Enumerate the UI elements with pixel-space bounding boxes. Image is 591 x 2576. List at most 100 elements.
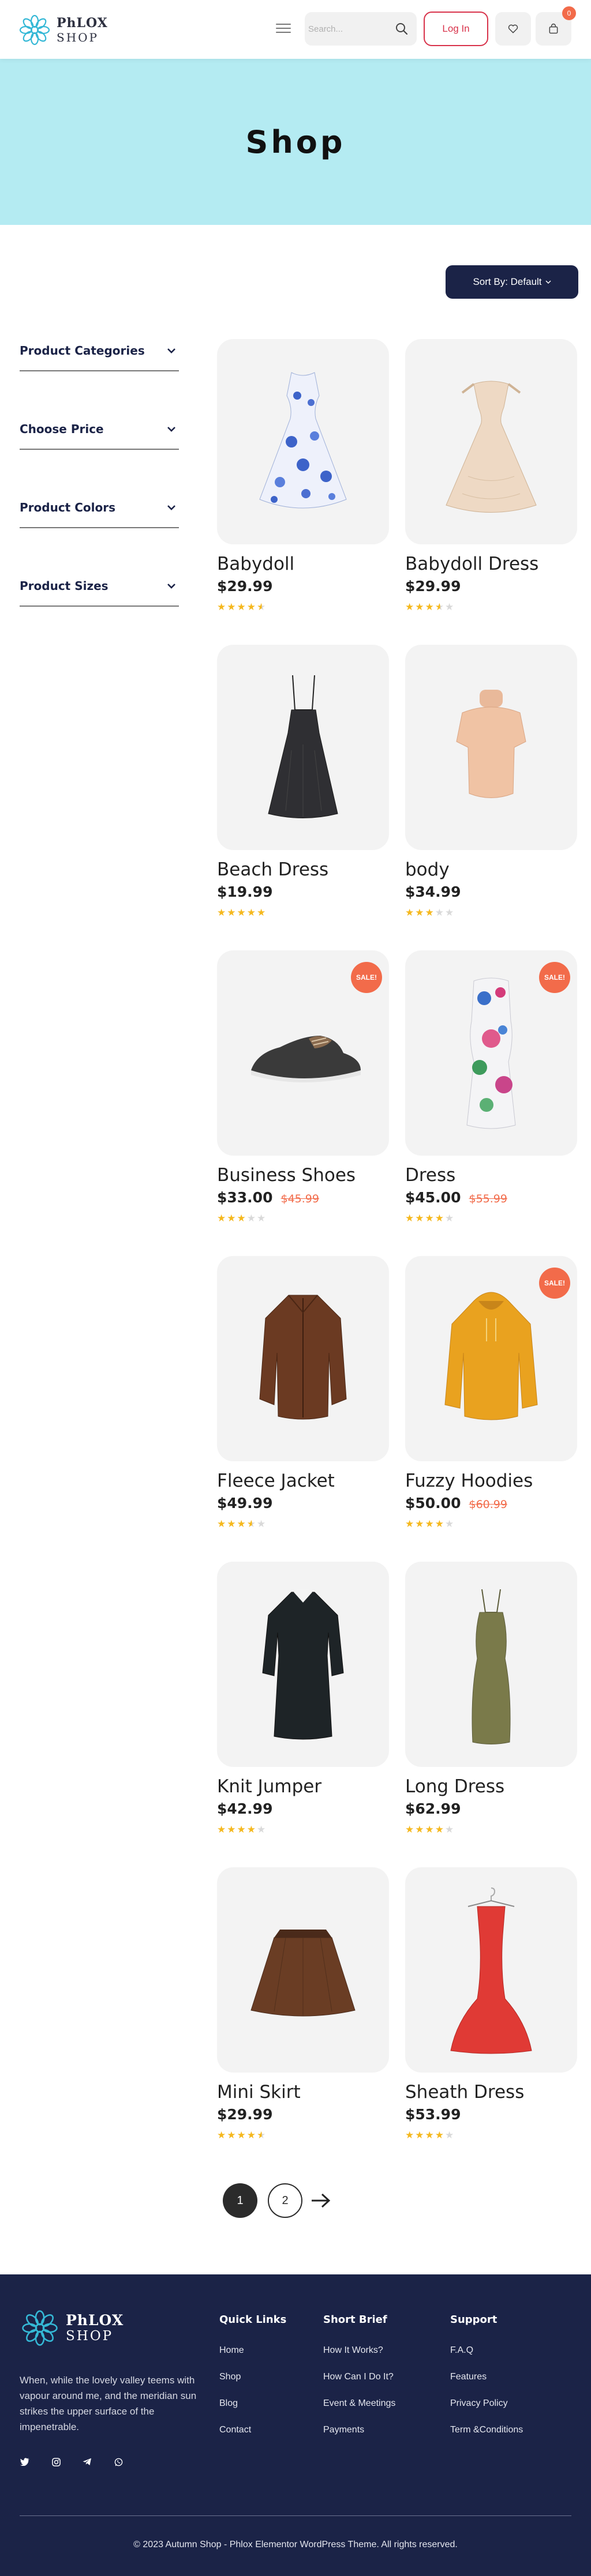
product-name[interactable]: Babydoll (217, 554, 389, 574)
product-name[interactable]: body (405, 859, 577, 880)
star-icon: ★ (257, 601, 267, 612)
star-icon: ★ (435, 1824, 445, 1835)
product-card[interactable]: Long Dress $62.99 ★★★★★ (405, 1562, 577, 1836)
filter-product-categories[interactable]: Product Categories (20, 331, 179, 371)
star-icon: ★ (405, 1824, 416, 1835)
product-card[interactable]: SALE! Dress $45.00 $55.99 ★★★★★ (405, 950, 577, 1224)
star-icon: ★ (445, 907, 455, 918)
arrow-right-icon[interactable] (309, 2191, 332, 2210)
star-icon: ★ (246, 1824, 257, 1835)
product-card[interactable]: Fleece Jacket $49.99 ★★★★★ (217, 1256, 389, 1530)
product-image[interactable] (217, 1562, 389, 1767)
cart-button[interactable]: 0 (536, 6, 576, 46)
product-price-row: $29.99 (217, 2106, 389, 2123)
footer-link[interactable]: Event & Meetings (323, 2398, 395, 2409)
product-card[interactable]: Beach Dress $19.99 ★★★★★ (217, 645, 389, 919)
star-icon: ★ (217, 1213, 227, 1224)
product-card[interactable]: Mini Skirt $29.99 ★★★★★ (217, 1867, 389, 2141)
star-icon: ★ (246, 2130, 257, 2141)
product-image[interactable] (405, 1867, 577, 2073)
star-icon: ★ (415, 1518, 425, 1529)
star-icon: ★ (405, 907, 416, 918)
product-image[interactable] (217, 1867, 389, 2073)
footer-link[interactable]: F.A.Q (450, 2345, 523, 2356)
footer-link[interactable]: Contact (219, 2425, 286, 2435)
product-name[interactable]: Dress (405, 1165, 577, 1186)
pagination-page-1[interactable]: 1 (223, 2183, 257, 2218)
footer-link[interactable]: Privacy Policy (450, 2398, 523, 2409)
footer-link[interactable]: Payments (323, 2425, 395, 2435)
sale-badge: SALE! (351, 962, 382, 993)
page-title: Shop (245, 123, 346, 160)
product-image[interactable]: SALE! (405, 950, 577, 1156)
product-card[interactable]: Babydoll $29.99 ★★★★★ (217, 339, 389, 613)
search-input[interactable] (308, 24, 389, 34)
search-icon[interactable] (395, 22, 409, 36)
product-image[interactable] (405, 645, 577, 850)
star-icon: ★ (227, 907, 237, 918)
footer-link[interactable]: Features (450, 2372, 523, 2382)
product-card[interactable]: Knit Jumper $42.99 ★★★★★ (217, 1562, 389, 1836)
product-image[interactable] (405, 339, 577, 544)
footer-link[interactable]: Blog (219, 2398, 286, 2409)
product-price: $19.99 (217, 883, 273, 900)
product-card[interactable]: body $34.99 ★★★★★ (405, 645, 577, 919)
product-name[interactable]: Long Dress (405, 1776, 577, 1797)
product-name[interactable]: Fuzzy Hoodies (405, 1471, 577, 1491)
filter-product-colors[interactable]: Product Colors (20, 488, 179, 528)
product-card[interactable]: SALE! Business Shoes $33.00 $45.99 ★★★★★ (217, 950, 389, 1224)
brand-subtitle: SHOP (57, 31, 99, 44)
product-card[interactable]: Sheath Dress $53.99 ★★★★★ (405, 1867, 577, 2141)
product-name[interactable]: Fleece Jacket (217, 1471, 389, 1491)
footer-link[interactable]: How Can I Do It? (323, 2372, 395, 2382)
footer-link[interactable]: Home (219, 2345, 286, 2356)
twitter-icon[interactable] (20, 2457, 30, 2467)
star-icon: ★ (435, 601, 445, 612)
product-name[interactable]: Business Shoes (217, 1165, 389, 1186)
wishlist-button[interactable] (495, 12, 531, 46)
product-name[interactable]: Sheath Dress (405, 2082, 577, 2103)
footer-link[interactable]: Term &Conditions (450, 2425, 523, 2435)
product-image[interactable]: SALE! (217, 950, 389, 1156)
product-name[interactable]: Knit Jumper (217, 1776, 389, 1797)
footer-brand-logo[interactable]: PhLOX SHOP (21, 2309, 124, 2347)
product-name[interactable]: Babydoll Dress (405, 554, 577, 574)
star-icon: ★ (237, 907, 247, 918)
star-icon: ★ (445, 601, 455, 612)
product-old-price: $45.99 (280, 1193, 319, 1205)
rating-stars: ★★★★★ (405, 907, 577, 919)
star-icon: ★ (415, 1824, 425, 1835)
product-name[interactable]: Beach Dress (217, 859, 389, 880)
product-image[interactable] (217, 645, 389, 850)
star-icon: ★ (227, 601, 237, 612)
instagram-icon[interactable] (51, 2457, 61, 2467)
product-image[interactable] (405, 1562, 577, 1767)
star-icon: ★ (425, 2130, 435, 2141)
telegram-icon[interactable] (82, 2457, 92, 2467)
whatsapp-icon[interactable] (113, 2457, 124, 2467)
product-image[interactable] (217, 1256, 389, 1461)
star-icon: ★ (217, 2130, 227, 2141)
brand-logo[interactable]: PhLOX SHOP (18, 14, 108, 46)
footer-column-title: Support (450, 2314, 498, 2326)
product-card[interactable]: SALE! Fuzzy Hoodies $50.00 $60.99 ★★★★★ (405, 1256, 577, 1530)
dress-image (446, 381, 537, 513)
pagination-page-2[interactable]: 2 (268, 2183, 302, 2218)
product-card[interactable]: Babydoll Dress $29.99 ★★★★★ (405, 339, 577, 613)
product-price-row: $19.99 (217, 883, 389, 900)
footer-link[interactable]: How It Works? (323, 2345, 395, 2356)
product-image[interactable] (217, 339, 389, 544)
chevron-down-icon (167, 427, 175, 432)
star-icon: ★ (257, 2130, 267, 2141)
footer-link[interactable]: Shop (219, 2372, 286, 2382)
login-button[interactable]: Log In (424, 12, 488, 46)
product-image[interactable]: SALE! (405, 1256, 577, 1461)
sale-badge: SALE! (539, 1268, 570, 1299)
filter-choose-price[interactable]: Choose Price (20, 409, 179, 450)
sort-dropdown[interactable]: Sort By: Default (446, 265, 578, 299)
hamburger-menu-icon[interactable] (276, 21, 291, 35)
product-name[interactable]: Mini Skirt (217, 2082, 389, 2103)
star-icon: ★ (237, 601, 247, 612)
footer-support: Support F.A.Q Features Privacy Policy Te… (450, 2314, 523, 2451)
filter-product-sizes[interactable]: Product Sizes (20, 566, 179, 607)
